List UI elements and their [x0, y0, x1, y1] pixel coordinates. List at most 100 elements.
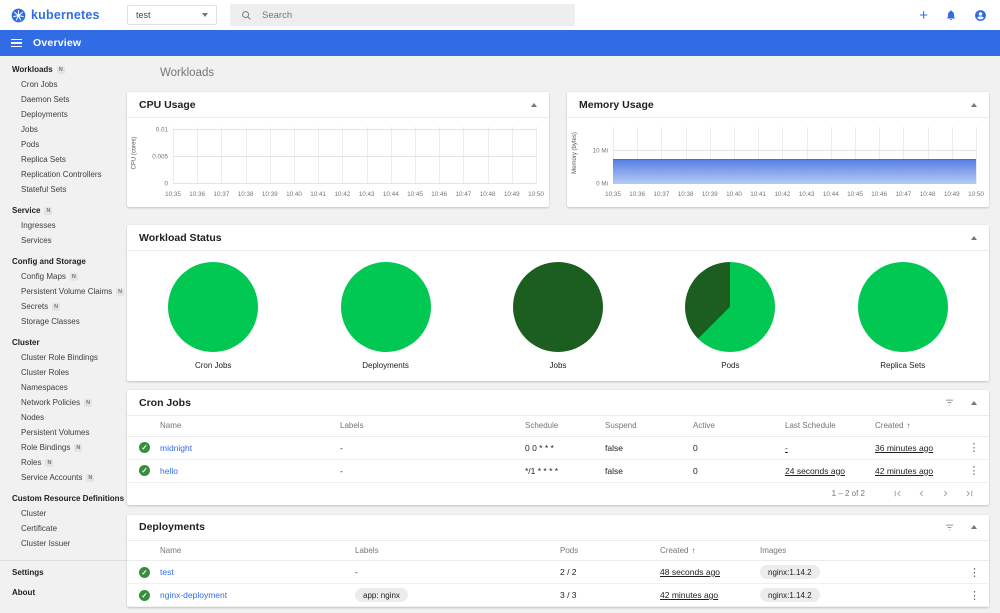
pie-chart-replica-sets[interactable] [857, 262, 948, 352]
column-header-created[interactable]: Created ↑ [875, 416, 959, 437]
collapse-caret-icon[interactable] [971, 102, 977, 107]
sidebar-item-ingresses[interactable]: Ingresses [0, 218, 127, 233]
cronjob-name-link[interactable]: midnight [160, 443, 192, 453]
pie-chart-cron-jobs[interactable] [168, 262, 259, 352]
sidebar-item-namespaces[interactable]: Namespaces [0, 380, 127, 395]
cell-pods: 2 / 2 [560, 560, 660, 584]
row-actions-button[interactable]: ⋮ [959, 441, 989, 454]
sidebar-item-cluster-role-bindings[interactable]: Cluster Role Bindings [0, 350, 127, 365]
cell-suspend: false [605, 459, 693, 483]
cpu-y-axis-label: CPU (cores) [131, 136, 138, 170]
previous-page-button[interactable] [909, 488, 933, 499]
sidebar-item-config-maps[interactable]: Config Maps N [0, 269, 127, 284]
column-header-name[interactable]: Name [160, 416, 340, 437]
sidebar-item-settings[interactable]: Settings [0, 564, 127, 581]
sidebar-group-config-and-storage[interactable]: Config and Storage [0, 254, 127, 269]
row-actions-button[interactable]: ⋮ [960, 589, 989, 602]
collapse-caret-icon[interactable] [971, 235, 977, 240]
x-tick-label: 10:36 [629, 191, 646, 198]
deployment-name-link[interactable]: test [160, 567, 174, 577]
sidebar-group-custom-resource-definitions[interactable]: Custom Resource Definitions [0, 491, 127, 506]
sidebar-item-service-accounts[interactable]: Service Accounts N [0, 470, 127, 485]
namespaced-badge: N [84, 398, 93, 407]
sidebar-item-services[interactable]: Services [0, 233, 127, 248]
collapse-caret-icon[interactable] [531, 102, 537, 107]
notifications-bell-icon[interactable] [945, 9, 957, 21]
search-input[interactable] [262, 9, 564, 21]
sidebar-item-cluster[interactable]: Cluster [0, 506, 127, 521]
column-header-active[interactable]: Active [693, 416, 785, 437]
sidebar-item-daemon-sets[interactable]: Daemon Sets [0, 92, 127, 107]
sidebar-item-jobs[interactable]: Jobs [0, 122, 127, 137]
x-tick-label: 10:43 [798, 191, 815, 198]
cell-labels: app: nginx [355, 588, 408, 602]
column-header-images[interactable]: Images [760, 540, 960, 561]
menu-button[interactable] [11, 38, 22, 48]
collapse-caret-icon[interactable] [971, 400, 977, 405]
filter-icon[interactable] [944, 397, 955, 408]
sidebar-item-secrets[interactable]: Secrets N [0, 299, 127, 314]
collapse-caret-icon[interactable] [971, 525, 977, 529]
sidebar-item-certificate[interactable]: Certificate [0, 521, 127, 536]
filter-icon[interactable] [944, 522, 955, 533]
sidebar-item-role-bindings[interactable]: Role Bindings N [0, 440, 127, 455]
sidebar-item-about[interactable]: About [0, 584, 127, 601]
sidebar-item-stateful-sets[interactable]: Stateful Sets [0, 182, 127, 197]
toolbar-title: Overview [33, 37, 82, 49]
first-page-button[interactable] [885, 488, 909, 499]
pie-chart-deployments[interactable] [340, 262, 431, 352]
namespace-selector[interactable]: test [127, 5, 217, 25]
column-header-schedule[interactable]: Schedule [525, 416, 605, 437]
pie-chart-jobs[interactable] [512, 262, 603, 352]
memory-usage-chart: Memory (bytes) 10:35 10:36 10:37 10:38 10:39… [567, 118, 989, 206]
column-header-created[interactable]: Created ↑ [660, 540, 760, 561]
sidebar-item-nodes[interactable]: Nodes [0, 410, 127, 425]
sidebar-item-persistent-volume-claims[interactable]: Persistent Volume Claims N [0, 284, 127, 299]
cronjob-name-link[interactable]: hello [160, 466, 178, 476]
row-actions-button[interactable]: ⋮ [959, 464, 989, 477]
cell-labels: - [355, 567, 358, 577]
last-page-button[interactable] [957, 488, 981, 499]
sidebar-group-workloads[interactable]: Workloads N [0, 62, 127, 77]
add-resource-button[interactable]: + [919, 8, 928, 23]
sidebar-item-replication-controllers[interactable]: Replication Controllers [0, 167, 127, 182]
column-header-pods[interactable]: Pods [560, 540, 660, 561]
sidebar-group-label: Service [12, 206, 41, 215]
sidebar-group-service[interactable]: Service N [0, 203, 127, 218]
sidebar-item-roles[interactable]: Roles N [0, 455, 127, 470]
brand[interactable]: kubernetes [0, 8, 127, 23]
sidebar-item-persistent-volumes[interactable]: Persistent Volumes [0, 425, 127, 440]
column-header-last-schedule[interactable]: Last Schedule [785, 416, 875, 437]
pie-label: Cron Jobs [194, 361, 232, 370]
column-header-suspend[interactable]: Suspend [605, 416, 693, 437]
sidebar-item-network-policies[interactable]: Network Policies N [0, 395, 127, 410]
y-tick-label: 10 Mi [592, 147, 608, 155]
sidebar-item-pods[interactable]: Pods [0, 137, 127, 152]
next-page-button[interactable] [933, 488, 957, 499]
cron-jobs-title: Cron Jobs [139, 396, 191, 409]
column-header-labels[interactable]: Labels [355, 540, 560, 561]
row-actions-button[interactable]: ⋮ [960, 566, 989, 579]
cell-active: 0 [693, 436, 785, 460]
x-tick-label: 10:39 [261, 191, 278, 198]
sidebar-item-replica-sets[interactable]: Replica Sets [0, 152, 127, 167]
column-header-labels[interactable]: Labels [340, 416, 525, 437]
pie-chart-pods[interactable] [685, 262, 776, 352]
page-title: Workloads [160, 67, 215, 79]
sidebar-item-cluster-issuer[interactable]: Cluster Issuer [0, 536, 127, 551]
deployment-name-link[interactable]: nginx-deployment [160, 590, 227, 600]
sidebar-item-deployments[interactable]: Deployments [0, 107, 127, 122]
user-account-icon[interactable] [974, 9, 987, 22]
sidebar-item-cluster-roles[interactable]: Cluster Roles [0, 365, 127, 380]
status-ok-icon: ✓ [139, 566, 150, 578]
namespaced-badge: N [86, 473, 95, 482]
sidebar-group-label: Workloads [12, 65, 53, 74]
sidebar-item-storage-classes[interactable]: Storage Classes [0, 314, 127, 329]
deployments-title: Deployments [139, 521, 205, 533]
sidebar-group-cluster[interactable]: Cluster [0, 335, 127, 350]
sidebar-item-cron-jobs[interactable]: Cron Jobs [0, 77, 127, 92]
column-header-name[interactable]: Name [160, 540, 355, 561]
search-bar[interactable] [230, 4, 575, 26]
cpu-usage-title: CPU Usage [139, 98, 196, 111]
x-tick-label: 10:41 [750, 191, 767, 198]
